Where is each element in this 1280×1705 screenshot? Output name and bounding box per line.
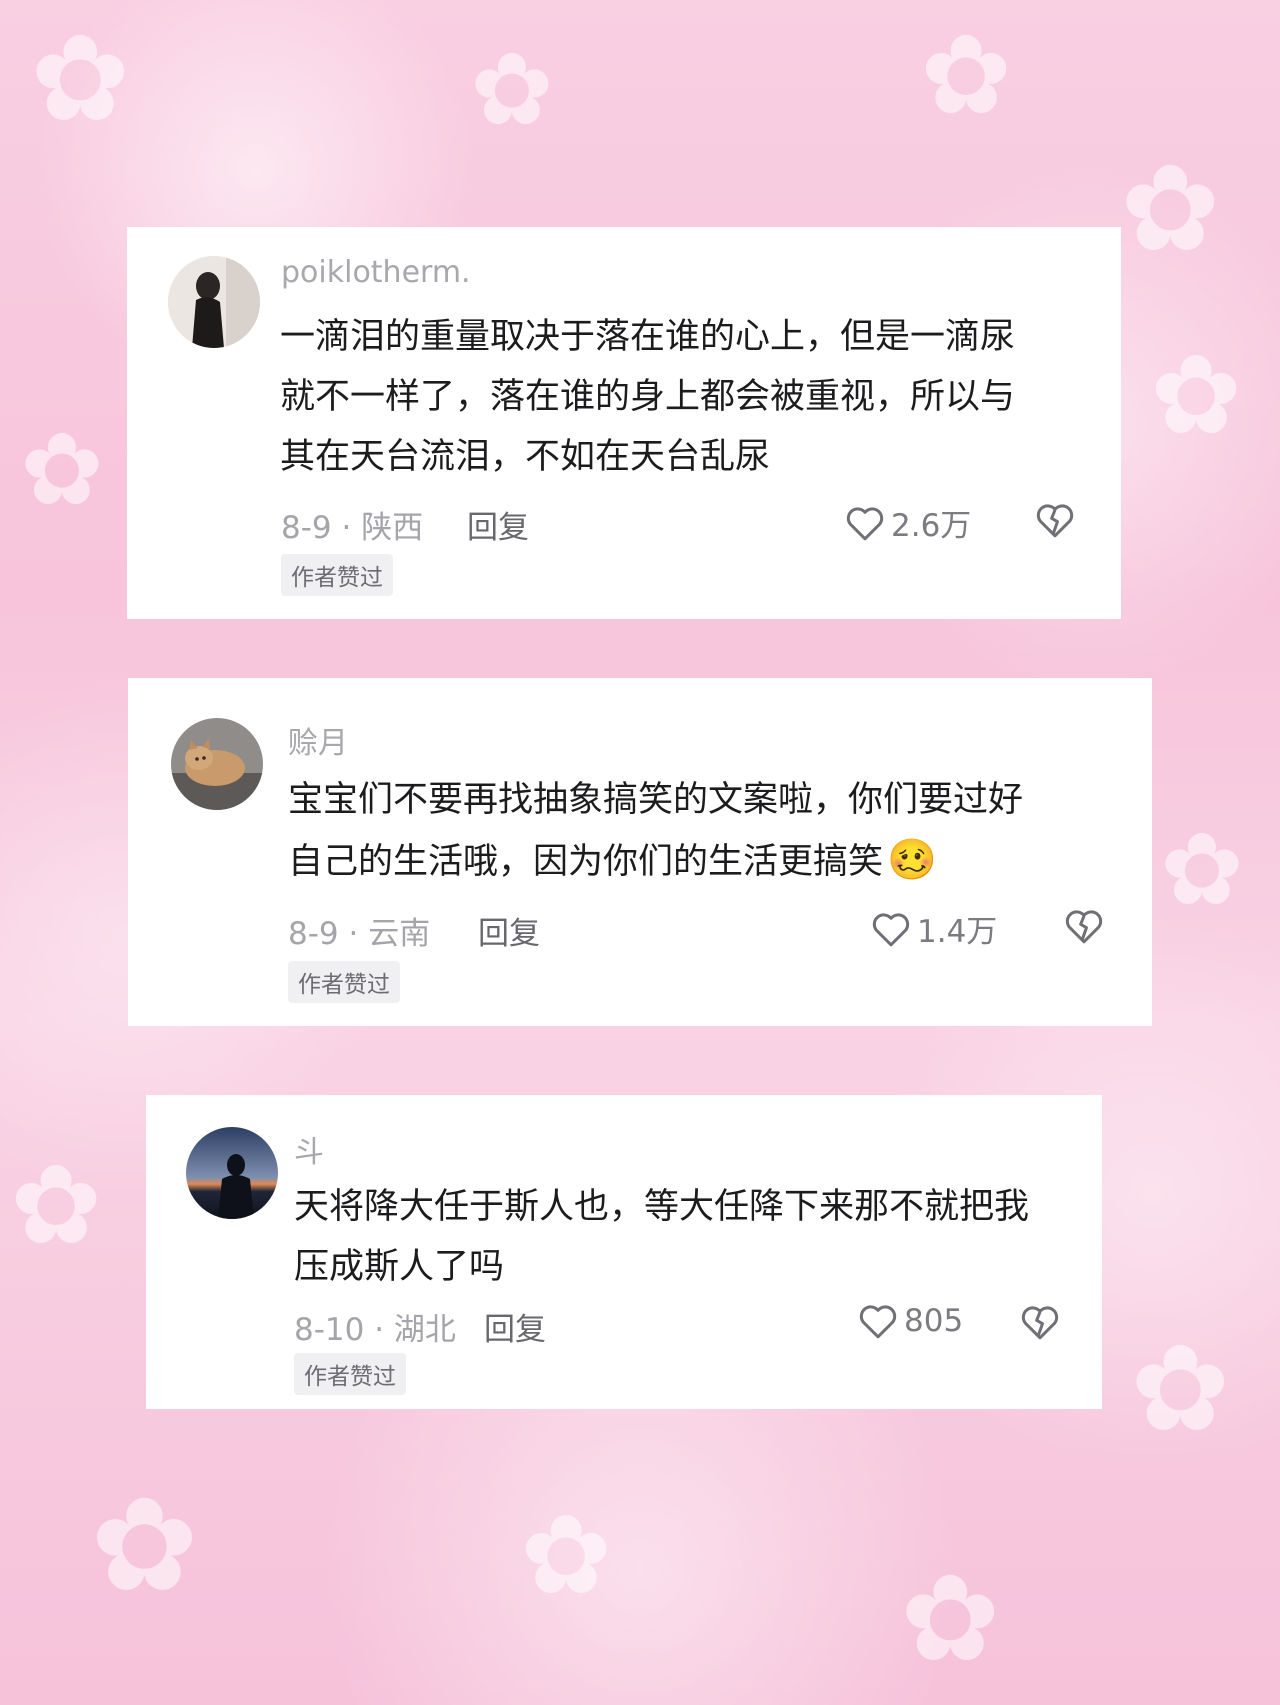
comment-date-location: 8-10 · 湖北 <box>294 1312 456 1348</box>
like-button[interactable]: 1.4万 <box>871 906 997 951</box>
blossom-decoration: ✿ <box>10 1141 103 1269</box>
comment-line-text: 自己的生活哦，因为你们的生活更搞笑 <box>288 842 884 882</box>
reply-button[interactable]: 回复 <box>467 502 529 547</box>
comment-date-location: 8-9 · 陕西 <box>281 510 424 546</box>
comment-card: 斗 天将降大任于斯人也，等大任降下来那不就把我 压成斯人了吗 8-10 · 湖北… <box>146 1095 1102 1409</box>
blossom-decoration: ✿ <box>1130 1320 1231 1459</box>
broken-heart-icon <box>1020 1303 1060 1341</box>
like-button[interactable]: 2.6万 <box>845 500 971 545</box>
comment-card: 赊月 宝宝们不要再找抽象搞笑的文案啦，你们要过好 自己的生活哦，因为你们的生活更… <box>128 678 1152 1026</box>
author-liked-badge: 作者赞过 <box>294 1353 406 1395</box>
author-liked-badge: 作者赞过 <box>281 554 393 596</box>
blossom-decoration: ✿ <box>920 11 1013 139</box>
comment-line: 其在天台流泪，不如在天台乱尿 <box>280 437 771 477</box>
dislike-button[interactable] <box>1020 1303 1060 1341</box>
dislike-button[interactable] <box>1064 907 1104 945</box>
reply-button[interactable]: 回复 <box>478 908 540 953</box>
like-count: 1.4万 <box>917 914 998 950</box>
comment-line: 压成斯人了吗 <box>294 1247 505 1287</box>
heart-outline-icon <box>871 910 911 948</box>
blossom-decoration: ✿ <box>1150 331 1243 459</box>
author-liked-badge: 作者赞过 <box>288 961 400 1003</box>
username[interactable]: 斗 <box>294 1127 324 1171</box>
blossom-decoration: ✿ <box>470 31 554 148</box>
broken-heart-icon <box>1035 501 1075 539</box>
username[interactable]: 赊月 <box>288 718 348 762</box>
blossom-decoration: ✿ <box>900 1550 1001 1689</box>
blossom-decoration: ✿ <box>30 10 131 149</box>
avatar[interactable] <box>186 1127 278 1219</box>
comment-text: 天将降大任于斯人也，等大任降下来那不就把我 压成斯人了吗 <box>294 1177 1029 1297</box>
avatar[interactable] <box>168 256 260 348</box>
reply-button[interactable]: 回复 <box>484 1304 546 1349</box>
comment-line: 天将降大任于斯人也，等大任降下来那不就把我 <box>294 1187 1030 1227</box>
blossom-decoration: ✿ <box>20 411 104 528</box>
dislike-button[interactable] <box>1035 501 1075 539</box>
comment-line: 一滴泪的重量取决于落在谁的心上，但是一滴尿 <box>280 317 1016 357</box>
heart-outline-icon <box>845 504 885 542</box>
like-count: 805 <box>904 1303 964 1339</box>
comment-line: 宝宝们不要再找抽象搞笑的文案啦，你们要过好 <box>288 780 1024 820</box>
username[interactable]: poiklotherm. <box>281 255 471 290</box>
blossom-decoration: ✿ <box>90 1469 199 1621</box>
blossom-decoration: ✿ <box>1160 811 1244 928</box>
like-count: 2.6万 <box>891 508 972 544</box>
comment-card: poiklotherm. 一滴泪的重量取决于落在谁的心上，但是一滴尿 就不一样了… <box>127 227 1121 619</box>
like-button[interactable]: 805 <box>858 1302 963 1340</box>
comment-line: 就不一样了，落在谁的身上都会被重视，所以与 <box>280 377 1016 417</box>
blossom-decoration: ✿ <box>520 1491 613 1619</box>
comment-text: 一滴泪的重量取决于落在谁的心上，但是一滴尿 就不一样了，落在谁的身上都会被重视，… <box>280 307 1015 487</box>
heart-outline-icon <box>858 1302 898 1340</box>
woozy-face-emoji: 🥴 <box>887 837 937 883</box>
avatar[interactable] <box>171 718 263 810</box>
broken-heart-icon <box>1064 907 1104 945</box>
comment-text: 宝宝们不要再找抽象搞笑的文案啦，你们要过好 自己的生活哦，因为你们的生活更搞笑 🥴 <box>288 770 1023 892</box>
blossom-decoration: ✿ <box>1120 140 1221 279</box>
comment-date-location: 8-9 · 云南 <box>288 916 431 952</box>
comment-line: 自己的生活哦，因为你们的生活更搞笑 🥴 <box>288 830 1023 892</box>
